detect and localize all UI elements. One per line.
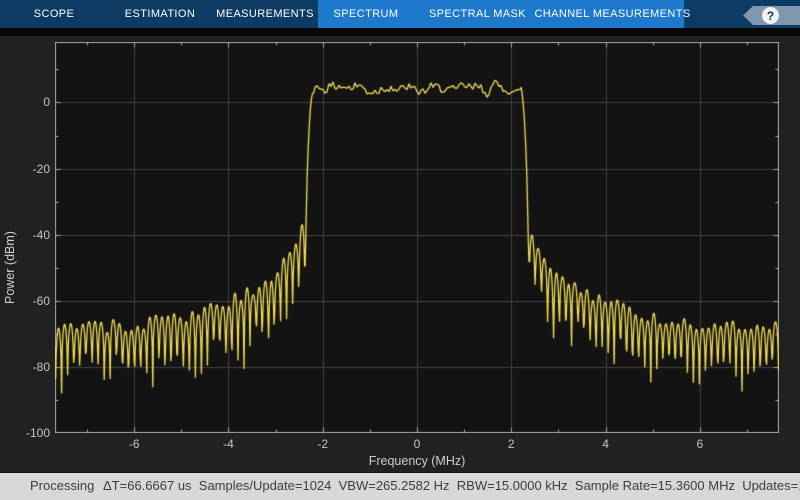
question-icon[interactable]: ? — [762, 7, 779, 24]
x-tick-label: -6 — [129, 437, 140, 451]
tab-channel-measurements[interactable]: CHANNEL MEASUREMENTS — [541, 0, 684, 28]
x-tick-label: -2 — [317, 437, 328, 451]
toolstrip: SCOPE ESTIMATION MEASUREMENTS SPECTRUM S… — [0, 0, 800, 28]
y-tick-label: -100 — [0, 426, 50, 440]
y-axis-label: Power (dBm) — [3, 203, 17, 333]
spectrum-plot-canvas[interactable] — [55, 42, 779, 433]
y-tick-label: -60 — [0, 294, 50, 308]
tab-spectral-mask[interactable]: SPECTRAL MASK — [414, 0, 541, 28]
x-tick-label: 0 — [414, 437, 421, 451]
tab-group-spectrum: SPECTRUM SPECTRAL MASK CHANNEL MEASUREME… — [318, 0, 684, 28]
tab-group-left: SCOPE ESTIMATION MEASUREMENTS — [0, 0, 318, 28]
y-tick-label: -40 — [0, 228, 50, 242]
tab-scope[interactable]: SCOPE — [0, 0, 108, 28]
x-axis-label: Frequency (MHz) — [369, 454, 466, 468]
x-tick-label: 4 — [602, 437, 609, 451]
x-tick-label: 6 — [696, 437, 703, 451]
spectrum-analyzer-window: SCOPE ESTIMATION MEASUREMENTS SPECTRUM S… — [0, 0, 800, 500]
status-stats: ΔT=66.6667 us Samples/Update=1024 VBW=26… — [103, 473, 800, 499]
y-tick-label: 0 — [0, 95, 50, 109]
x-tick-label: 2 — [508, 437, 515, 451]
tab-spectrum[interactable]: SPECTRUM — [318, 0, 414, 28]
status-bar: Processing ΔT=66.6667 us Samples/Update=… — [0, 472, 800, 500]
figure-area: Frequency (MHz) Power (dBm) -6-4-202460-… — [0, 28, 800, 472]
y-tick-label: -20 — [0, 162, 50, 176]
y-tick-label: -80 — [0, 360, 50, 374]
figure-top-strip — [0, 28, 800, 36]
tab-measurements[interactable]: MEASUREMENTS — [212, 0, 318, 28]
help-button[interactable]: ? — [743, 6, 800, 25]
status-state: Processing — [30, 473, 94, 499]
x-tick-label: -4 — [223, 437, 234, 451]
tab-estimation[interactable]: ESTIMATION — [108, 0, 212, 28]
